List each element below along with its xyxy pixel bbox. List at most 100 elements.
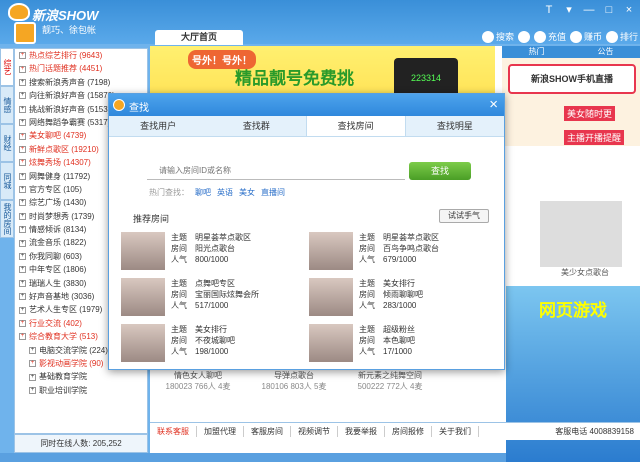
- bottom-nav-item[interactable]: 视频调节: [291, 426, 338, 437]
- room-info-value: 美女排行: [383, 279, 415, 288]
- expand-icon[interactable]: +: [19, 105, 26, 113]
- expand-icon[interactable]: +: [19, 333, 26, 341]
- recommended-room[interactable]: 主题 明星荟萃点歌区 房间 阳光点歌台 人气 800/1000: [121, 232, 301, 278]
- search-button[interactable]: 查找: [409, 162, 471, 180]
- bottom-nav: 联系客服 加盟代理 客服房间 视频调节 我要举报 房间报修 关于我们 客服电话 4008839…: [150, 422, 640, 440]
- tab-hot[interactable]: 热门: [502, 46, 571, 58]
- expand-icon[interactable]: +: [19, 186, 26, 194]
- vtab-emotion[interactable]: 情感: [0, 86, 14, 124]
- banner-slogan: 精品靓号免费挑: [235, 69, 354, 88]
- recommended-room[interactable]: 主题 美女排行 房间 倾雨聊聊吧 人气 283/1000: [309, 278, 489, 324]
- vtab-my-rooms[interactable]: 我的房间: [0, 200, 14, 238]
- tab-find-group[interactable]: 查找群: [207, 116, 305, 136]
- tab-notice[interactable]: 公告: [571, 46, 640, 58]
- toolbar-rank[interactable]: 排行: [605, 30, 638, 43]
- toolbar-recharge[interactable]: 充值: [533, 30, 566, 43]
- toolbar-earn[interactable]: 赚币: [569, 30, 602, 43]
- skin-button[interactable]: T: [542, 3, 556, 17]
- recommended-room[interactable]: 主题 明星荟萃点歌区 房间 百鸟争鸣点歌台 人气 679/1000: [309, 232, 489, 278]
- expand-icon[interactable]: +: [19, 279, 26, 287]
- hot-link[interactable]: 美女: [239, 187, 255, 198]
- room-search-input[interactable]: [147, 162, 405, 180]
- top-toolbar: 搜索 充值 赚币 排行: [481, 30, 638, 43]
- room-info-value: 198/1000: [195, 347, 229, 356]
- room-list-label: 挑战新浪好声音 (5153): [29, 104, 111, 114]
- toolbar-panda[interactable]: [517, 30, 530, 43]
- room-info-key: 人气: [359, 301, 375, 310]
- vtab-finance[interactable]: 财经: [0, 124, 14, 162]
- room-list-item[interactable]: + 热门话题推荐 (4451): [15, 62, 147, 75]
- hot-searches: 热门查找： 聊吧 英语 美女 直播间: [149, 187, 285, 198]
- bottom-nav-item[interactable]: 关于我们: [432, 426, 479, 437]
- room-card[interactable]: 导弹点歌台 180106 803人 5麦: [250, 366, 338, 416]
- bottom-nav-item[interactable]: 联系客服: [150, 426, 197, 437]
- room-list-item[interactable]: + 搜索新浪秀声音 (7198): [15, 76, 147, 89]
- minimize-button[interactable]: —: [582, 3, 596, 17]
- hot-link[interactable]: 聊吧: [195, 187, 211, 198]
- room-info-line: 房间 百鸟争鸣点歌台: [359, 243, 439, 254]
- room-info-value: 超级粉丝: [383, 325, 415, 334]
- vtab-city[interactable]: 同城: [0, 162, 14, 200]
- expand-icon[interactable]: +: [19, 266, 26, 274]
- close-button[interactable]: ×: [622, 3, 636, 17]
- mobile-live-ad[interactable]: 新浪SHOW手机直播: [508, 64, 636, 94]
- bottom-nav-item[interactable]: 加盟代理: [197, 426, 244, 437]
- menu-button[interactable]: ▾: [562, 3, 576, 17]
- expand-icon[interactable]: +: [19, 226, 26, 234]
- room-thumb-image: [540, 201, 622, 267]
- expand-icon[interactable]: +: [19, 159, 26, 167]
- expand-icon[interactable]: +: [19, 78, 26, 86]
- room-card[interactable]: 情色女人聊吧 180023 766人 4麦: [154, 366, 242, 416]
- toolbar-search[interactable]: 搜索: [481, 30, 514, 43]
- room-info-key: 人气: [171, 255, 187, 264]
- expand-icon[interactable]: +: [29, 360, 36, 368]
- expand-icon[interactable]: +: [19, 306, 26, 314]
- room-info-key: 人气: [359, 255, 375, 264]
- tab-find-user[interactable]: 查找用户: [109, 116, 207, 136]
- tab-find-room[interactable]: 查找房间: [305, 116, 406, 136]
- room-card[interactable]: 新元素之纯舞空间 500222 772人 4麦: [346, 366, 434, 416]
- tab-hall-home[interactable]: 大厅首页: [155, 30, 243, 45]
- room-card-row: 情色女人聊吧 180023 766人 4麦 导弹点歌台 180106 803人 5麦…: [150, 366, 506, 416]
- avatar[interactable]: [14, 22, 36, 44]
- room-info-line: 主题 明星荟萃点歌区: [171, 232, 251, 243]
- room-list-item[interactable]: + 职业培训学院: [15, 384, 147, 397]
- expand-icon[interactable]: +: [19, 212, 26, 220]
- bottom-nav-item[interactable]: 我要举报: [338, 426, 385, 437]
- room-info-key: 房间: [171, 336, 187, 345]
- expand-icon[interactable]: +: [19, 65, 26, 73]
- expand-icon[interactable]: +: [19, 239, 26, 247]
- bottom-nav-item[interactable]: 房间报修: [385, 426, 432, 437]
- expand-icon[interactable]: +: [19, 253, 26, 261]
- expand-icon[interactable]: +: [29, 386, 36, 394]
- recommended-room[interactable]: 主题 美女排行 房间 不夜城聊吧 人气 198/1000: [121, 324, 301, 370]
- vtab-variety[interactable]: 综艺: [0, 48, 14, 86]
- hot-link[interactable]: 英语: [217, 187, 233, 198]
- bottom-nav-item[interactable]: 客服房间: [244, 426, 291, 437]
- expand-icon[interactable]: +: [19, 52, 26, 60]
- expand-icon[interactable]: +: [19, 320, 26, 327]
- room-list-item[interactable]: + 热点综艺排行 (9643): [15, 49, 147, 62]
- try-luck-button[interactable]: 试试手气: [439, 209, 489, 223]
- expand-icon[interactable]: +: [19, 119, 26, 127]
- game-ad-title: 网页游戏: [539, 301, 607, 320]
- expand-icon[interactable]: +: [19, 199, 26, 207]
- room-thumb[interactable]: 美少女点歌台: [530, 201, 640, 278]
- expand-icon[interactable]: +: [19, 145, 26, 153]
- room-list-item[interactable]: + 基础教育学院: [15, 370, 147, 383]
- room-avatar: [121, 232, 165, 270]
- expand-icon[interactable]: +: [19, 172, 26, 180]
- hot-link[interactable]: 直播间: [261, 187, 285, 198]
- recommended-room[interactable]: 主题 点舞吧专区 房间 宝丽国际炫舞会所 人气 517/1000: [121, 278, 301, 324]
- promo-beauty[interactable]: 美女随时更: [564, 106, 616, 121]
- maximize-button[interactable]: □: [602, 3, 616, 17]
- expand-icon[interactable]: +: [19, 132, 26, 140]
- promo-anchor-reminder[interactable]: 主播开播提醒: [564, 130, 625, 145]
- expand-icon[interactable]: +: [29, 346, 36, 354]
- expand-icon[interactable]: +: [19, 293, 26, 301]
- tab-find-star[interactable]: 查找明星: [406, 116, 504, 136]
- close-icon[interactable]: ×: [489, 96, 498, 113]
- expand-icon[interactable]: +: [29, 373, 36, 381]
- recommended-room[interactable]: 主题 超级粉丝 房间 本色聊吧 人气 17/1000: [309, 324, 489, 370]
- expand-icon[interactable]: +: [19, 92, 26, 100]
